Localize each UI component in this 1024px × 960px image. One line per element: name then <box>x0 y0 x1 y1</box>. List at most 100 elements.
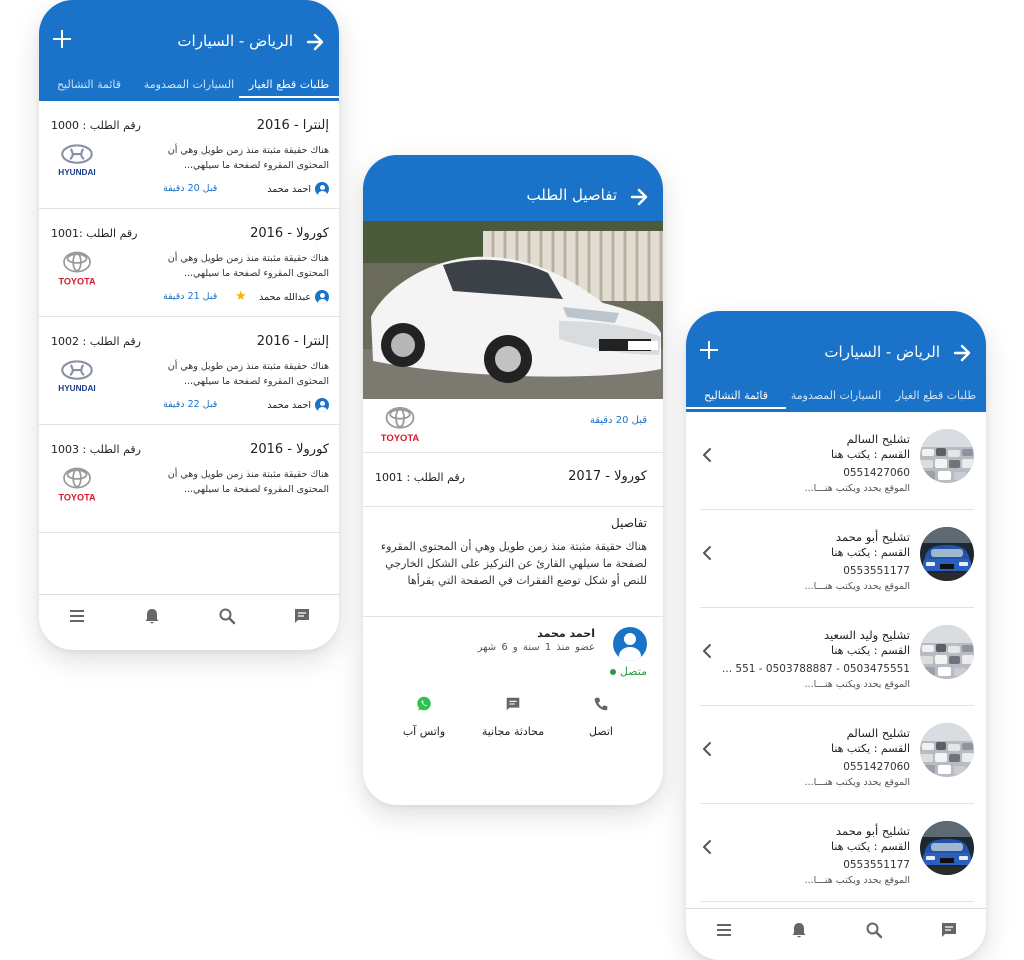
chevron-left-icon[interactable] <box>700 839 714 855</box>
car-model: إلنترا - 2016 <box>256 334 329 349</box>
details-heading: تفاصيل <box>611 516 647 530</box>
tab-spare-parts[interactable]: طلبات قطع الغيار <box>886 389 986 409</box>
online-status: متصل <box>609 665 647 678</box>
star-icon[interactable]: ★ <box>235 289 247 304</box>
tab-scrapyards[interactable]: قائمة التشاليح <box>39 78 139 98</box>
avatar <box>613 627 647 661</box>
shop-location: الموقع يحدد ويكتب هنـــا... <box>804 777 910 788</box>
shop-name: تشليح السالم <box>846 726 910 740</box>
request-time: قبل 21 دقيقة <box>163 291 218 302</box>
bell-icon[interactable] <box>142 606 162 626</box>
list-item[interactable]: تشليح أبو محمد القسم : يكتب هنا 05535511… <box>700 804 974 902</box>
shop-name: تشليح أبو محمد <box>835 530 910 544</box>
shop-photo <box>920 723 974 777</box>
arrow-right-icon[interactable] <box>629 187 649 207</box>
request-time: قبل 22 دقيقة <box>163 399 218 410</box>
screen-title: الرياض - السيارات <box>824 343 940 361</box>
shop-phone: 0553551177 <box>843 565 910 577</box>
whatsapp-button[interactable]: واتس آب <box>379 695 469 738</box>
chat-icon[interactable] <box>292 606 312 626</box>
user-name: احمد محمد <box>267 399 311 411</box>
shop-photo <box>920 625 974 679</box>
list-item[interactable]: كورولا - 2016 رقم الطلب : 1003 هناك حقيق… <box>39 425 339 533</box>
tab-damaged-cars[interactable]: السيارات المصدومة <box>139 78 239 98</box>
request-description: هناك حقيقة مثبتة منذ زمن طويل وهي أن الم… <box>167 253 329 279</box>
list-item[interactable]: كورولا - 2016 رقم الطلب :1001 هناك حقيقة… <box>39 209 339 317</box>
owner-name: احمد محمد <box>537 627 595 640</box>
request-number: رقم الطلب : 1000 <box>51 119 141 132</box>
shop-department: القسم : يكتب هنا <box>830 448 910 461</box>
user-icon <box>315 182 329 196</box>
request-number: رقم الطلب : 1001 <box>375 471 465 484</box>
shop-department: القسم : يكتب هنا <box>830 546 910 559</box>
hyundai-logo <box>51 141 103 181</box>
toyota-logo <box>51 465 103 505</box>
request-number: رقم الطلب : 1002 <box>51 335 141 348</box>
request-description: هناك حقيقة مثبتة منذ زمن طويل وهي أن الم… <box>167 361 329 387</box>
screen-title: تفاصيل الطلب <box>526 186 617 204</box>
request-number: رقم الطلب : 1003 <box>51 443 141 456</box>
app-bar: تفاصيل الطلب <box>363 155 663 221</box>
app-bar: الرياض - السيارات طلبات قطع الغيار السيا… <box>686 311 986 412</box>
user-name: احمد محمد <box>267 183 311 195</box>
arrow-right-icon[interactable] <box>952 343 972 363</box>
request-time: قبل 20 دقيقة <box>163 183 218 194</box>
member-since: عضو منذ 1 سنة و 6 شهر <box>477 642 595 653</box>
menu-icon[interactable] <box>714 920 734 940</box>
tab-bar: طلبات قطع الغيار السيارات المصدومة قائمة… <box>39 78 339 98</box>
shop-name: تشليح أبو محمد <box>835 824 910 838</box>
tab-damaged-cars[interactable]: السيارات المصدومة <box>786 389 886 409</box>
call-button[interactable]: اتصل <box>556 695 646 738</box>
shop-phone: 0551427060 <box>843 467 910 479</box>
online-dot-icon <box>609 668 616 675</box>
chevron-left-icon[interactable] <box>700 447 714 463</box>
list-item[interactable]: تشليح أبو محمد القسم : يكتب هنا 05535511… <box>700 510 974 608</box>
car-model: كورولا - 2017 <box>568 469 647 484</box>
add-icon[interactable] <box>53 30 71 48</box>
search-icon[interactable] <box>217 606 237 626</box>
bell-icon[interactable] <box>789 920 809 940</box>
list-item[interactable]: تشليح السالم القسم : يكتب هنا 0551427060… <box>700 706 974 804</box>
model-row: كورولا - 2017 رقم الطلب : 1001 <box>363 453 663 507</box>
shop-phone: 0551427060 <box>843 761 910 773</box>
chat-icon[interactable] <box>939 920 959 940</box>
shop-location: الموقع يحدد ويكتب هنـــا... <box>804 875 910 886</box>
brand-row: قبل 20 دقيقة <box>363 399 663 453</box>
chevron-left-icon[interactable] <box>700 643 714 659</box>
car-model: إلنترا - 2016 <box>256 118 329 133</box>
requests-list-screen: الرياض - السيارات طلبات قطع الغيار السيا… <box>39 0 339 650</box>
arrow-right-icon[interactable] <box>305 32 325 52</box>
bottom-nav <box>686 908 986 950</box>
list-item[interactable]: تشليح وليد السعيد القسم : يكتب هنا 05034… <box>700 608 974 706</box>
shop-department: القسم : يكتب هنا <box>830 742 910 755</box>
shop-department: القسم : يكتب هنا <box>830 644 910 657</box>
user-icon <box>315 290 329 304</box>
request-user: احمد محمد <box>267 182 329 196</box>
add-icon[interactable] <box>700 341 718 359</box>
shop-phone: 0553551177 <box>843 859 910 871</box>
shop-photo <box>920 429 974 483</box>
app-bar: الرياض - السيارات طلبات قطع الغيار السيا… <box>39 0 339 101</box>
tab-scrapyards[interactable]: قائمة التشاليح <box>686 389 786 409</box>
chevron-left-icon[interactable] <box>700 741 714 757</box>
call-label: اتصل <box>589 725 613 738</box>
free-chat-button[interactable]: محادثة مجانية <box>468 695 558 738</box>
tab-spare-parts[interactable]: طلبات قطع الغيار <box>239 78 339 98</box>
list-item[interactable]: تشليح السالم القسم : يكتب هنا 0551427060… <box>700 412 974 510</box>
request-time: قبل 20 دقيقة <box>589 415 647 426</box>
search-icon[interactable] <box>864 920 884 940</box>
whatsapp-icon <box>415 695 433 713</box>
list-item[interactable]: إلنترا - 2016 رقم الطلب : 1002 هناك حقيق… <box>39 317 339 425</box>
chevron-left-icon[interactable] <box>700 545 714 561</box>
car-model: كورولا - 2016 <box>250 442 329 457</box>
details-body: هناك حقيقة مثبتة منذ زمن طويل وهي أن الم… <box>380 540 647 587</box>
menu-icon[interactable] <box>67 606 87 626</box>
shop-department: القسم : يكتب هنا <box>830 840 910 853</box>
user-name: عبدالله محمد <box>258 291 311 303</box>
list-item[interactable]: إلنترا - 2016 رقم الطلب : 1000 هناك حقيق… <box>39 101 339 209</box>
shop-location: الموقع يحدد ويكتب هنـــا... <box>804 581 910 592</box>
request-user: عبدالله محمد <box>259 290 329 304</box>
shop-name: تشليح السالم <box>846 432 910 446</box>
request-number: رقم الطلب :1001 <box>51 227 138 240</box>
scrapyards-screen: الرياض - السيارات طلبات قطع الغيار السيا… <box>686 311 986 960</box>
